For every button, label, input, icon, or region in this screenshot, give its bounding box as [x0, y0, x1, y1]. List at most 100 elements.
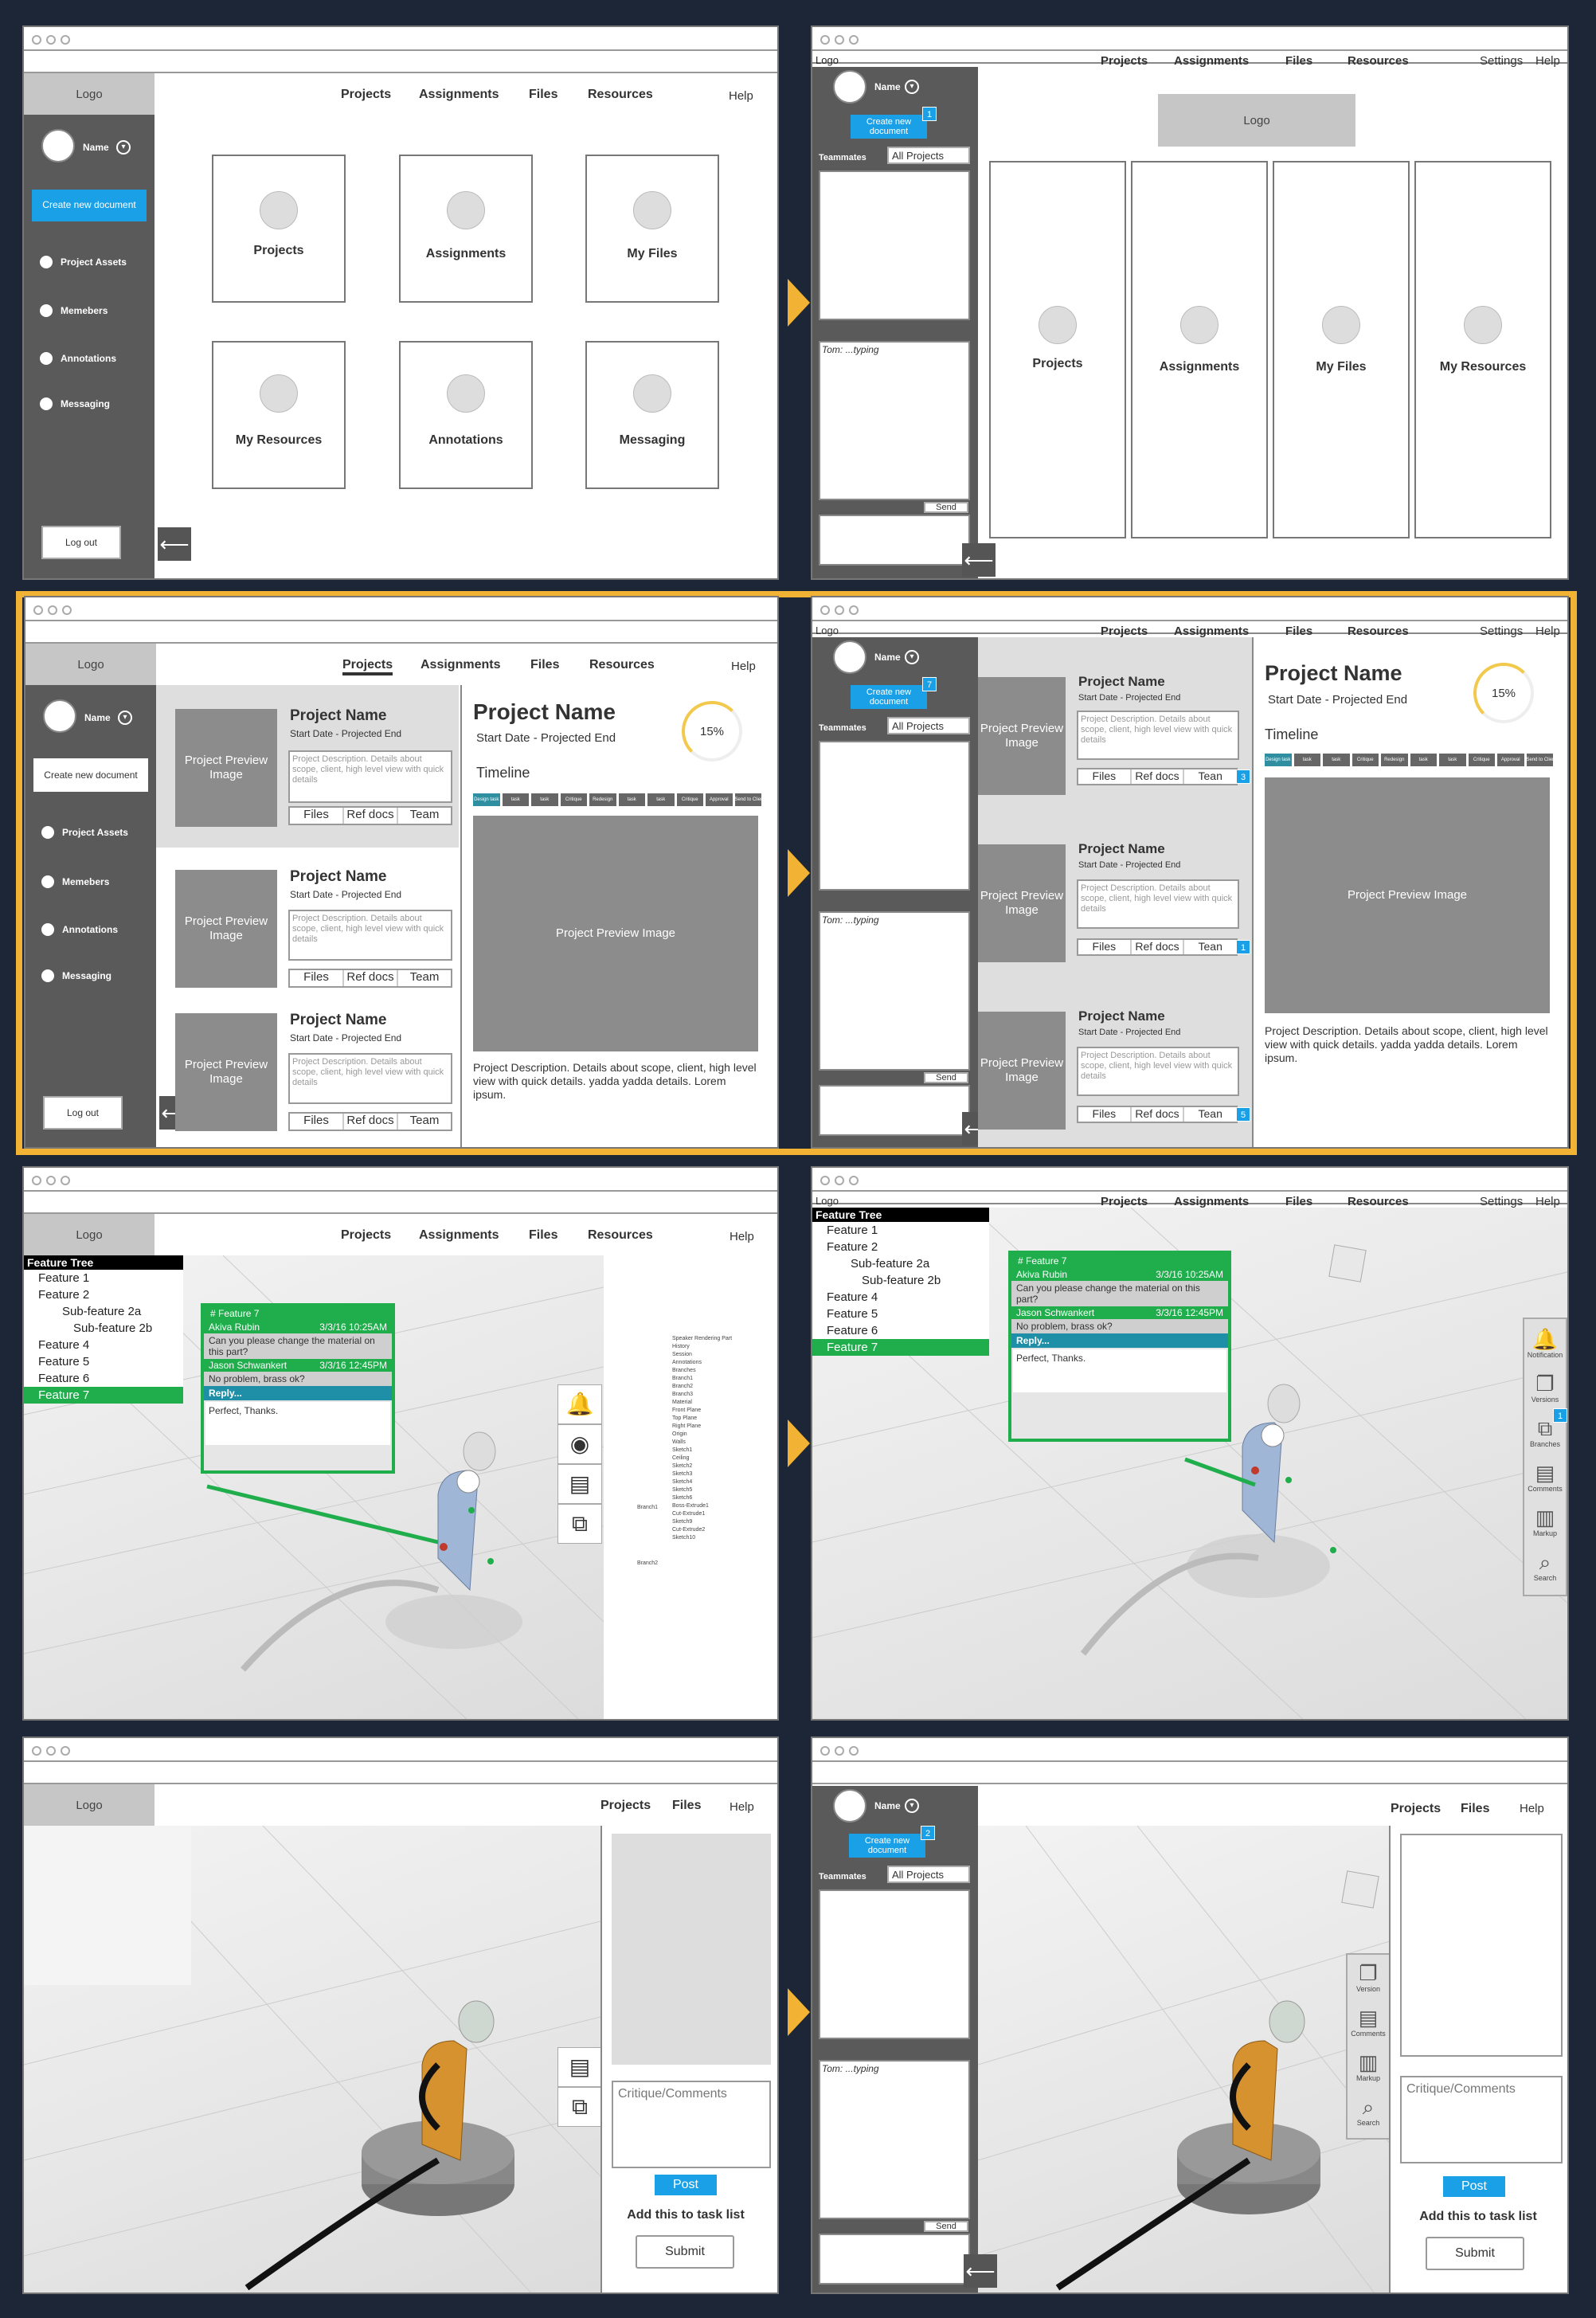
nav-help[interactable]: Help	[1535, 1195, 1560, 1208]
comment-icon[interactable]: ▤	[557, 1464, 602, 1504]
bell-icon[interactable]: 🔔	[557, 1384, 602, 1424]
nav-files[interactable]: Files	[1285, 54, 1312, 68]
nav-assignments[interactable]: Assignments	[419, 1228, 499, 1243]
chat-input[interactable]	[819, 1085, 970, 1136]
submit-button[interactable]: Submit	[636, 2235, 734, 2269]
tree-item-feature-4[interactable]: Feature 4	[24, 1337, 183, 1353]
tree-item-feature-2[interactable]: Feature 2	[24, 1286, 183, 1303]
card-projects[interactable]: Projects	[989, 161, 1126, 538]
timeline-bar[interactable]: Design task task task Critique Redesign task t…	[473, 793, 761, 806]
tab-files[interactable]: Files	[290, 970, 344, 986]
reply-input[interactable]: Perfect, Thanks.	[1013, 1349, 1226, 1392]
teammates-list[interactable]	[819, 170, 970, 320]
nav-resources[interactable]: Resources	[588, 1228, 653, 1243]
nav-resources[interactable]: Resources	[1348, 54, 1409, 68]
nav-projects[interactable]: Projects	[600, 1799, 651, 1813]
project-tabs[interactable]: Files Ref docs Tean	[1077, 938, 1238, 956]
search-icon[interactable]: ⌕ Search	[1524, 1550, 1566, 1582]
tree-item-feature-1[interactable]: Feature 1	[812, 1222, 989, 1239]
eye-icon[interactable]: ◉	[557, 1424, 602, 1464]
avatar[interactable]	[833, 70, 866, 104]
nav-projects[interactable]: Projects	[1101, 625, 1148, 638]
projects-filter-select[interactable]: All Projects	[887, 147, 970, 164]
comment-popup[interactable]: # Feature 7 Akiva Rubin 3/3/16 10:25AM Ca…	[1008, 1251, 1231, 1442]
nav-projects[interactable]: Projects	[1391, 1802, 1441, 1816]
create-document-button[interactable]: Create new document	[33, 758, 148, 792]
logout-button[interactable]: Log out	[43, 1096, 123, 1130]
tree-item-feature-5[interactable]: Feature 5	[24, 1353, 183, 1370]
hierarchy-icon[interactable]: ⧉	[557, 1504, 602, 1544]
project-tabs[interactable]: Files Ref docs Team	[288, 969, 452, 988]
logo[interactable]: Logo	[816, 1195, 839, 1207]
markup-icon[interactable]: ▥ Markup	[1348, 2050, 1389, 2082]
nav-assignments[interactable]: Assignments	[1174, 54, 1249, 68]
chevron-down-icon[interactable]: ▾	[905, 650, 919, 664]
sidebar-item-members[interactable]: Memebers	[41, 875, 109, 888]
project-tabs[interactable]: Files Ref docs Team	[288, 1112, 452, 1131]
timeline-bar[interactable]: Design task task task Critique Redesign task t…	[1265, 754, 1553, 766]
collapse-arrow-icon[interactable]: ⟵	[964, 2254, 997, 2288]
card-annotations[interactable]: Annotations	[399, 341, 533, 489]
tab-files[interactable]: Files	[290, 1114, 344, 1130]
comments-icon[interactable]: ▤ Comments	[1524, 1461, 1566, 1493]
sidebar-item-messaging[interactable]: Messaging	[40, 397, 110, 410]
avatar[interactable]	[43, 699, 76, 733]
tree-item-feature-4[interactable]: Feature 4	[812, 1289, 989, 1306]
sidebar-item-project-assets[interactable]: Project Assets	[40, 256, 127, 268]
nav-help[interactable]: Help	[1535, 625, 1560, 638]
version-icon[interactable]: ❐ Version	[1348, 1961, 1389, 1993]
projects-filter-select[interactable]: All Projects	[887, 1866, 970, 1883]
versions-icon[interactable]: ❐ Versions	[1524, 1372, 1566, 1404]
critique-input[interactable]: Critique/Comments	[1400, 2076, 1563, 2163]
chat-log[interactable]: Tom: ...typing	[819, 341, 970, 500]
nav-assignments[interactable]: Assignments	[421, 658, 500, 672]
search-icon[interactable]: ⌕ Search	[1348, 2095, 1389, 2127]
tab-files[interactable]: Files	[290, 808, 344, 824]
nav-files[interactable]: Files	[1285, 625, 1312, 638]
tab-ref-docs[interactable]: Ref docs	[344, 970, 398, 986]
nav-settings[interactable]: Settings	[1480, 1195, 1523, 1208]
reply-input[interactable]: Perfect, Thanks.	[205, 1402, 390, 1445]
card-my-files[interactable]: My Files	[1273, 161, 1410, 538]
nav-assignments[interactable]: Assignments	[419, 88, 499, 102]
tab-team[interactable]: Team	[398, 808, 451, 824]
send-button[interactable]: Send	[924, 2221, 968, 2232]
tab-ref-docs[interactable]: Ref docs	[344, 1114, 398, 1130]
chat-log[interactable]: Tom: ...typing	[819, 2060, 970, 2219]
post-button[interactable]: Post	[1443, 2176, 1505, 2197]
logo[interactable]: Logo	[24, 1214, 155, 1255]
logo[interactable]: Logo	[25, 644, 156, 685]
notification-icon[interactable]: 🔔 Notification	[1524, 1327, 1566, 1359]
hierarchy-icon[interactable]: ⧉	[557, 2087, 602, 2127]
tree-item-subfeature-2b[interactable]: Sub-feature 2b	[812, 1272, 989, 1289]
nav-resources[interactable]: Resources	[1348, 625, 1409, 638]
card-messaging[interactable]: Messaging	[585, 341, 719, 489]
nav-settings[interactable]: Settings	[1480, 625, 1523, 638]
critique-input[interactable]: Critique/Comments	[612, 2081, 771, 2168]
logout-button[interactable]: Log out	[41, 526, 121, 559]
card-my-resources[interactable]: My Resources	[1414, 161, 1551, 538]
chevron-down-icon[interactable]: ▾	[905, 1799, 919, 1813]
avatar[interactable]	[833, 1789, 866, 1823]
nav-files[interactable]: Files	[529, 1228, 557, 1243]
nav-files[interactable]: Files	[1285, 1195, 1312, 1208]
sidebar-item-members[interactable]: Memebers	[40, 304, 108, 317]
tree-item-subfeature-2a[interactable]: Sub-feature 2a	[812, 1255, 989, 1272]
project-tabs[interactable]: Files Ref docs Tean	[1077, 768, 1238, 785]
version-tree-panel[interactable]: Speaker Rendering Part History Session Anno…	[604, 1255, 777, 1719]
tree-item-subfeature-2a[interactable]: Sub-feature 2a	[24, 1303, 183, 1320]
nav-files[interactable]: Files	[1461, 1802, 1489, 1816]
nav-help[interactable]: Help	[729, 89, 753, 103]
send-button[interactable]: Send	[924, 1072, 968, 1083]
project-tabs[interactable]: Files Ref docs Tean	[1077, 1106, 1238, 1123]
tree-item-feature-2[interactable]: Feature 2	[812, 1239, 989, 1255]
nav-help[interactable]: Help	[730, 1800, 754, 1814]
chat-input[interactable]	[819, 2234, 970, 2285]
tree-item-feature-5[interactable]: Feature 5	[812, 1306, 989, 1322]
logo[interactable]: Logo	[24, 73, 155, 115]
teammates-list[interactable]	[819, 1889, 970, 2039]
nav-files[interactable]: Files	[529, 88, 557, 102]
chevron-down-icon[interactable]: ▾	[116, 140, 131, 155]
chat-log[interactable]: Tom: ...typing	[819, 911, 970, 1071]
sidebar-item-project-assets[interactable]: Project Assets	[41, 826, 128, 839]
